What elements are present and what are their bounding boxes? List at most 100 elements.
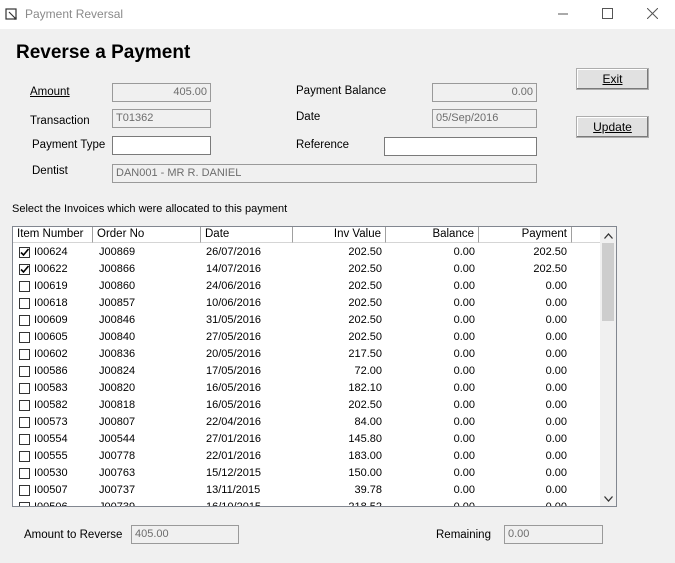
cell-payment: 0.00	[545, 484, 567, 496]
table-row[interactable]: I00530 J00763 15/12/2015 150.00 0.00 0.00	[13, 465, 601, 482]
row-checkbox[interactable]	[19, 434, 30, 445]
row-checkbox[interactable]	[19, 264, 30, 275]
cell-payment: 0.00	[545, 348, 567, 360]
cell-balance: 0.00	[453, 263, 475, 275]
cell-order-no: J00869	[99, 246, 136, 258]
remaining-field[interactable]: 0.00	[504, 525, 603, 544]
maximize-button[interactable]	[584, 0, 630, 29]
cell-date: 22/01/2016	[206, 450, 262, 462]
row-checkbox[interactable]	[19, 349, 30, 360]
table-row[interactable]: I00506 J00739 16/10/2015 218.52 0.00 0.00	[13, 499, 601, 507]
cell-payment: 0.00	[545, 297, 567, 309]
invoice-list[interactable]: Item Number Order No Date Inv Value Bala…	[12, 226, 617, 507]
table-row[interactable]: I00609 J00846 31/05/2016 202.50 0.00 0.00	[13, 312, 601, 329]
table-row[interactable]: I00583 J00820 16/05/2016 182.10 0.00 0.00	[13, 380, 601, 397]
close-button[interactable]	[629, 0, 675, 29]
row-checkbox[interactable]	[19, 451, 30, 462]
table-row[interactable]: I00624 J00869 26/07/2016 202.50 0.00 202.50	[13, 244, 601, 261]
cell-balance: 0.00	[453, 433, 475, 445]
cell-date: 26/07/2016	[206, 246, 262, 258]
cell-date: 27/05/2016	[206, 331, 262, 343]
update-button[interactable]: Update	[576, 116, 649, 138]
column-header-date[interactable]: Date	[201, 227, 293, 243]
cell-item-number: I00554	[34, 433, 68, 445]
minimize-button[interactable]	[540, 0, 586, 29]
page-title: Reverse a Payment	[16, 42, 191, 63]
cell-payment: 0.00	[545, 314, 567, 326]
cell-inv-value: 202.50	[348, 297, 382, 309]
table-row[interactable]: I00582 J00818 16/05/2016 202.50 0.00 0.00	[13, 397, 601, 414]
row-checkbox[interactable]	[19, 485, 30, 496]
dentist-field[interactable]: DAN001 - MR R. DANIEL	[112, 164, 537, 183]
cell-balance: 0.00	[453, 365, 475, 377]
column-header-item-number[interactable]: Item Number	[13, 227, 93, 243]
table-row[interactable]: I00586 J00824 17/05/2016 72.00 0.00 0.00	[13, 363, 601, 380]
row-checkbox[interactable]	[19, 468, 30, 479]
cell-order-no: J00778	[99, 450, 136, 462]
cell-item-number: I00619	[34, 280, 68, 292]
maximize-icon	[601, 7, 613, 22]
invoice-list-header: Item Number Order No Date Inv Value Bala…	[13, 227, 601, 243]
scroll-thumb[interactable]	[602, 243, 614, 321]
payment-balance-field[interactable]: 0.00	[432, 83, 537, 102]
table-row[interactable]: I00619 J00860 24/06/2016 202.50 0.00 0.00	[13, 278, 601, 295]
column-header-inv-value[interactable]: Inv Value	[293, 227, 386, 243]
scroll-down-button[interactable]	[600, 490, 616, 506]
cell-payment: 0.00	[545, 433, 567, 445]
row-checkbox[interactable]	[19, 281, 30, 292]
payment-type-field[interactable]	[112, 136, 211, 155]
cell-balance: 0.00	[453, 416, 475, 428]
table-row[interactable]: I00618 J00857 10/06/2016 202.50 0.00 0.00	[13, 295, 601, 312]
cell-order-no: J00860	[99, 280, 136, 292]
cell-date: 13/11/2015	[206, 484, 261, 496]
cell-balance: 0.00	[453, 467, 475, 479]
row-checkbox[interactable]	[19, 383, 30, 394]
cell-order-no: J00763	[99, 467, 136, 479]
cell-balance: 0.00	[453, 297, 475, 309]
cell-payment: 0.00	[545, 399, 567, 411]
row-checkbox[interactable]	[19, 298, 30, 309]
row-checkbox[interactable]	[19, 315, 30, 326]
cell-balance: 0.00	[453, 331, 475, 343]
column-header-payment[interactable]: Payment	[479, 227, 572, 243]
column-header-balance[interactable]: Balance	[386, 227, 479, 243]
row-checkbox[interactable]	[19, 417, 30, 428]
cell-order-no: J00866	[99, 263, 136, 275]
date-field[interactable]: 05/Sep/2016	[432, 109, 537, 128]
table-row[interactable]: I00605 J00840 27/05/2016 202.50 0.00 0.00	[13, 329, 601, 346]
cell-inv-value: 150.00	[348, 467, 382, 479]
table-row[interactable]: I00573 J00807 22/04/2016 84.00 0.00 0.00	[13, 414, 601, 431]
table-row[interactable]: I00602 J00836 20/05/2016 217.50 0.00 0.00	[13, 346, 601, 363]
row-checkbox[interactable]	[19, 366, 30, 377]
cell-balance: 0.00	[453, 314, 475, 326]
remaining-label: Remaining	[436, 529, 491, 541]
cell-item-number: I00530	[34, 467, 68, 479]
amount-label: Amount	[30, 86, 70, 98]
transaction-field[interactable]: T01362	[112, 109, 211, 128]
cell-date: 27/01/2016	[206, 433, 262, 445]
vertical-scrollbar[interactable]	[600, 227, 616, 506]
cell-item-number: I00582	[34, 399, 68, 411]
cell-inv-value: 145.80	[348, 433, 382, 445]
chevron-up-icon	[603, 228, 613, 242]
reference-field[interactable]	[384, 137, 537, 156]
table-row[interactable]: I00507 J00737 13/11/2015 39.78 0.00 0.00	[13, 482, 601, 499]
form-icon	[5, 7, 19, 21]
row-checkbox[interactable]	[19, 400, 30, 411]
amount-to-reverse-field[interactable]: 405.00	[131, 525, 239, 544]
table-row[interactable]: I00555 J00778 22/01/2016 183.00 0.00 0.00	[13, 448, 601, 465]
cell-date: 16/10/2015	[206, 501, 262, 507]
row-checkbox[interactable]	[19, 247, 30, 258]
reference-label: Reference	[296, 139, 350, 151]
column-header-order-no[interactable]: Order No	[93, 227, 201, 243]
table-row[interactable]: I00622 J00866 14/07/2016 202.50 0.00 202.50	[13, 261, 601, 278]
row-checkbox[interactable]	[19, 502, 30, 506]
cell-payment: 202.50	[533, 246, 567, 258]
amount-field[interactable]: 405.00	[112, 83, 211, 102]
chevron-down-icon	[603, 491, 613, 505]
exit-button[interactable]: Exit	[576, 68, 649, 90]
cell-inv-value: 202.50	[348, 263, 382, 275]
table-row[interactable]: I00554 J00544 27/01/2016 145.80 0.00 0.00	[13, 431, 601, 448]
row-checkbox[interactable]	[19, 332, 30, 343]
scroll-up-button[interactable]	[600, 227, 616, 243]
